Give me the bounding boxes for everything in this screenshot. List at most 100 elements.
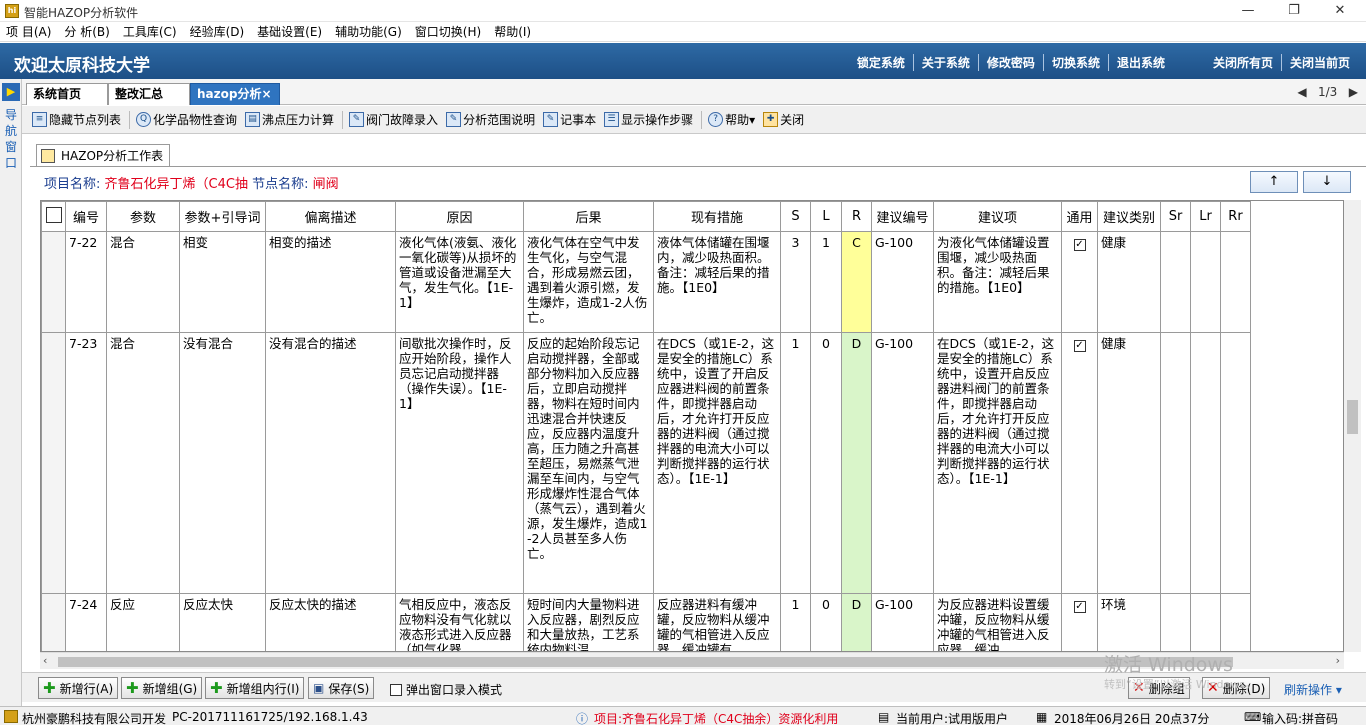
cell-consequence[interactable]: 短时间内大量物料进入反应器，剧烈反应和大量放热，工艺系统内物料温 [523,593,654,651]
row-selector[interactable] [41,593,66,651]
worksheet-tab[interactable]: HAZOP分析工作表 [36,144,171,166]
add-group-button[interactable]: ✚ 新增组(G) [121,677,203,699]
table-row[interactable]: 7-22 混合 相变 相变的描述 液化气体(液氨、液化一氧化碳等)从损坏的管道或… [41,231,1251,333]
cell-deviation[interactable]: 相变的描述 [265,231,396,333]
cell-general[interactable]: ✓ [1061,231,1098,333]
col-header[interactable]: 建议项 [933,201,1062,232]
select-all-box[interactable] [45,206,62,223]
add-row-button[interactable]: ✚ 新增行(A) [38,677,119,699]
cell-id[interactable]: 7-22 [65,231,107,333]
chemical-query-button[interactable]: Q 化学品物性查询 [136,111,237,128]
cell-category[interactable]: 健康 [1097,332,1161,594]
cell-lr[interactable] [1190,231,1221,333]
menu-experience[interactable]: 经验库(D) [190,23,245,40]
cell-deviation[interactable]: 反应太快的描述 [265,593,396,651]
menu-settings[interactable]: 基础设置(E) [257,23,322,40]
menu-analysis[interactable]: 分 析(B) [64,23,109,40]
col-header[interactable]: 通用 [1061,201,1098,232]
close-window-button[interactable]: ✕ [1320,2,1360,20]
hide-node-list-button[interactable]: ≡ 隐藏节点列表 [32,111,121,128]
cell-sr[interactable] [1160,231,1191,333]
cell-cause[interactable]: 间歇批次操作时，反应开始阶段，操作人员忘记启动搅拌器（操作失误）。【1E-1】 [395,332,524,594]
cell-param[interactable]: 反应 [106,593,180,651]
tab-close-icon[interactable]: × [261,87,271,101]
cell-param[interactable]: 混合 [106,332,180,594]
col-header[interactable]: 原因 [395,201,524,232]
cell-sr[interactable] [1160,593,1191,651]
cell-measures[interactable]: 反应器进料有缓冲罐，反应物料从缓冲罐的气相管进入反应器，缓冲罐有 [653,593,781,651]
col-header[interactable]: 现有措施 [653,201,781,232]
tab-home[interactable]: 系统首页 [26,83,108,105]
col-header[interactable]: 参数 [106,201,180,232]
cell-guideword[interactable]: 相变 [179,231,266,333]
horizontal-scroll-thumb[interactable] [58,657,1233,667]
col-header[interactable]: Lr [1190,201,1221,232]
cell-lr[interactable] [1190,332,1221,594]
cell-deviation[interactable]: 没有混合的描述 [265,332,396,594]
cell-measures[interactable]: 在DCS（或1E-2，这是安全的措施LC）系统中，设置了开启反应器进料阀的前置条… [653,332,781,594]
tab-rectification[interactable]: 整改汇总 [108,83,190,105]
col-header[interactable]: 编号 [65,201,107,232]
cell-id[interactable]: 7-23 [65,332,107,594]
col-header[interactable]: S [780,201,811,232]
cell-rec-id[interactable]: G-100 [871,332,934,594]
popup-mode-checkbox[interactable] [390,683,402,696]
cell-rec-id[interactable]: G-100 [871,231,934,333]
save-button[interactable]: ▣ 保存(S) [308,677,375,699]
popup-mode-toggle[interactable]: 弹出窗口录入模式 [390,681,502,698]
cell-l[interactable]: 0 [810,593,842,651]
col-header[interactable]: 后果 [523,201,654,232]
move-up-button[interactable]: ↑ [1250,171,1298,193]
col-header[interactable]: R [841,201,872,232]
cell-rr[interactable] [1220,593,1251,651]
col-header[interactable]: 建议类别 [1097,201,1161,232]
cell-cause[interactable]: 液化气体(液氨、液化一氧化碳等)从损坏的管道或设备泄漏至大气，发生气化。【1E-… [395,231,524,333]
row-selector[interactable] [41,231,66,333]
cell-guideword[interactable]: 反应太快 [179,593,266,651]
cell-rec-id[interactable]: G-100 [871,593,934,651]
cell-recommendation[interactable]: 为液化气体储罐设置围堰，减少吸热面积。备注：减轻后果的措施。【1E0】 [933,231,1062,333]
notepad-button[interactable]: ✎ 记事本 [543,111,596,128]
change-password-link[interactable]: 修改密码 [979,54,1044,71]
expand-nav-icon[interactable]: ▶ [2,83,20,101]
about-link[interactable]: 关于系统 [914,54,979,71]
cell-general[interactable]: ✓ [1061,593,1098,651]
col-header[interactable]: Rr [1220,201,1251,232]
switch-system-link[interactable]: 切换系统 [1044,54,1109,71]
valve-fault-button[interactable]: ✎ 阀门故障录入 [349,111,438,128]
close-button[interactable]: ✚ 关闭 [763,111,804,128]
cell-r[interactable]: C [841,231,872,333]
cell-sr[interactable] [1160,332,1191,594]
prev-tab-icon[interactable]: ◀ [1297,85,1306,99]
scroll-right-icon[interactable]: › [1336,654,1340,667]
cell-general[interactable]: ✓ [1061,332,1098,594]
scope-description-button[interactable]: ✎ 分析范围说明 [446,111,535,128]
cell-id[interactable]: 7-24 [65,593,107,651]
col-header[interactable]: 偏离描述 [265,201,396,232]
cell-lr[interactable] [1190,593,1221,651]
general-checkbox[interactable]: ✓ [1073,239,1086,251]
cell-consequence[interactable]: 液化气体在空气中发生气化，与空气混合，形成易燃云团，遇到着火源引燃，发生爆炸，造… [523,231,654,333]
menu-aux[interactable]: 辅助功能(G) [335,23,402,40]
table-row[interactable]: 7-24 反应 反应太快 反应太快的描述 气相反应中，液态反应物料没有气化就以液… [41,593,1251,651]
tab-hazop[interactable]: hazop分析× [190,83,280,105]
cell-r[interactable]: D [841,332,872,594]
col-header[interactable]: 参数+引导词 [179,201,266,232]
scroll-left-icon[interactable]: ‹ [43,654,47,667]
cell-r[interactable]: D [841,593,872,651]
cell-l[interactable]: 0 [810,332,842,594]
cell-recommendation[interactable]: 在DCS（或1E-2，这是安全的措施LC）系统中，设置开启反应器进料阀门的前置条… [933,332,1062,594]
col-header[interactable]: Sr [1160,201,1191,232]
close-current-page-link[interactable]: 关闭当前页 [1282,54,1358,71]
cell-measures[interactable]: 液体气体储罐在围堰内，减少吸热面积。备注：减轻后果的措施。【1E0】 [653,231,781,333]
cell-rr[interactable] [1220,231,1251,333]
help-button[interactable]: ? 帮助▾ [708,111,755,128]
cell-recommendation[interactable]: 为反应器进料设置缓冲罐，反应物料从缓冲罐的气相管进入反应器，缓冲 [933,593,1062,651]
vertical-scroll-thumb[interactable] [1347,400,1358,434]
general-checkbox[interactable]: ✓ [1073,601,1086,613]
cell-category[interactable]: 健康 [1097,231,1161,333]
cell-consequence[interactable]: 反应的起始阶段忘记启动搅拌器，全部或部分物料加入反应器后，立即启动搅拌器，物料在… [523,332,654,594]
cell-l[interactable]: 1 [810,231,842,333]
vertical-scrollbar[interactable] [1344,200,1361,652]
cell-category[interactable]: 环境 [1097,593,1161,651]
